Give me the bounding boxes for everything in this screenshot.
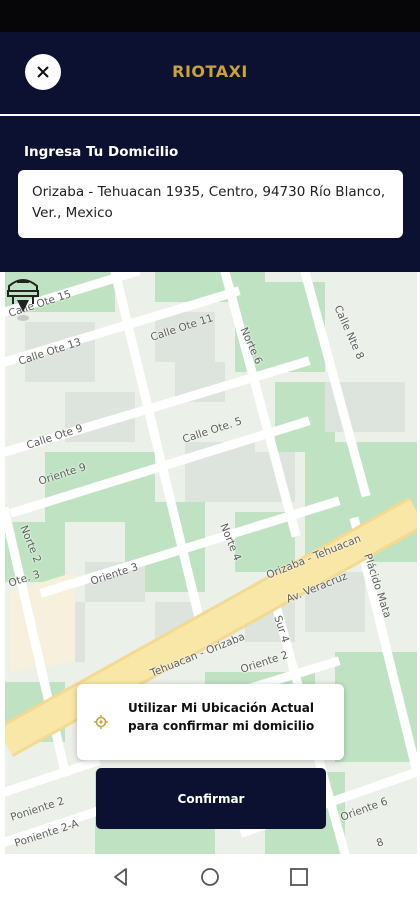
status-bar: [0, 0, 420, 32]
app-title: RIOTAXI: [172, 62, 248, 81]
address-label: Ingresa Tu Domicilio: [24, 144, 179, 160]
use-current-location-label: Utilizar Mi Ubicación Actual para confir…: [128, 701, 315, 733]
map-view[interactable]: Calle Ote 15 Calle Ote 13 Calle Ote 11 N…: [5, 272, 417, 854]
location-icon: [94, 715, 108, 729]
home-icon[interactable]: [199, 866, 221, 888]
confirm-button[interactable]: Confirmar: [96, 768, 326, 829]
use-current-location-button[interactable]: Utilizar Mi Ubicación Actual para confir…: [77, 684, 344, 760]
address-panel: Ingresa Tu Domicilio Orizaba - Tehuacan …: [0, 114, 420, 272]
pin-icon: [7, 279, 39, 321]
system-nav-bar: [0, 854, 420, 900]
recents-icon[interactable]: [288, 866, 310, 888]
app-header: RIOTAXI: [0, 32, 420, 114]
back-icon[interactable]: [110, 866, 132, 888]
address-input[interactable]: Orizaba - Tehuacan 1935, Centro, 94730 R…: [18, 170, 403, 238]
